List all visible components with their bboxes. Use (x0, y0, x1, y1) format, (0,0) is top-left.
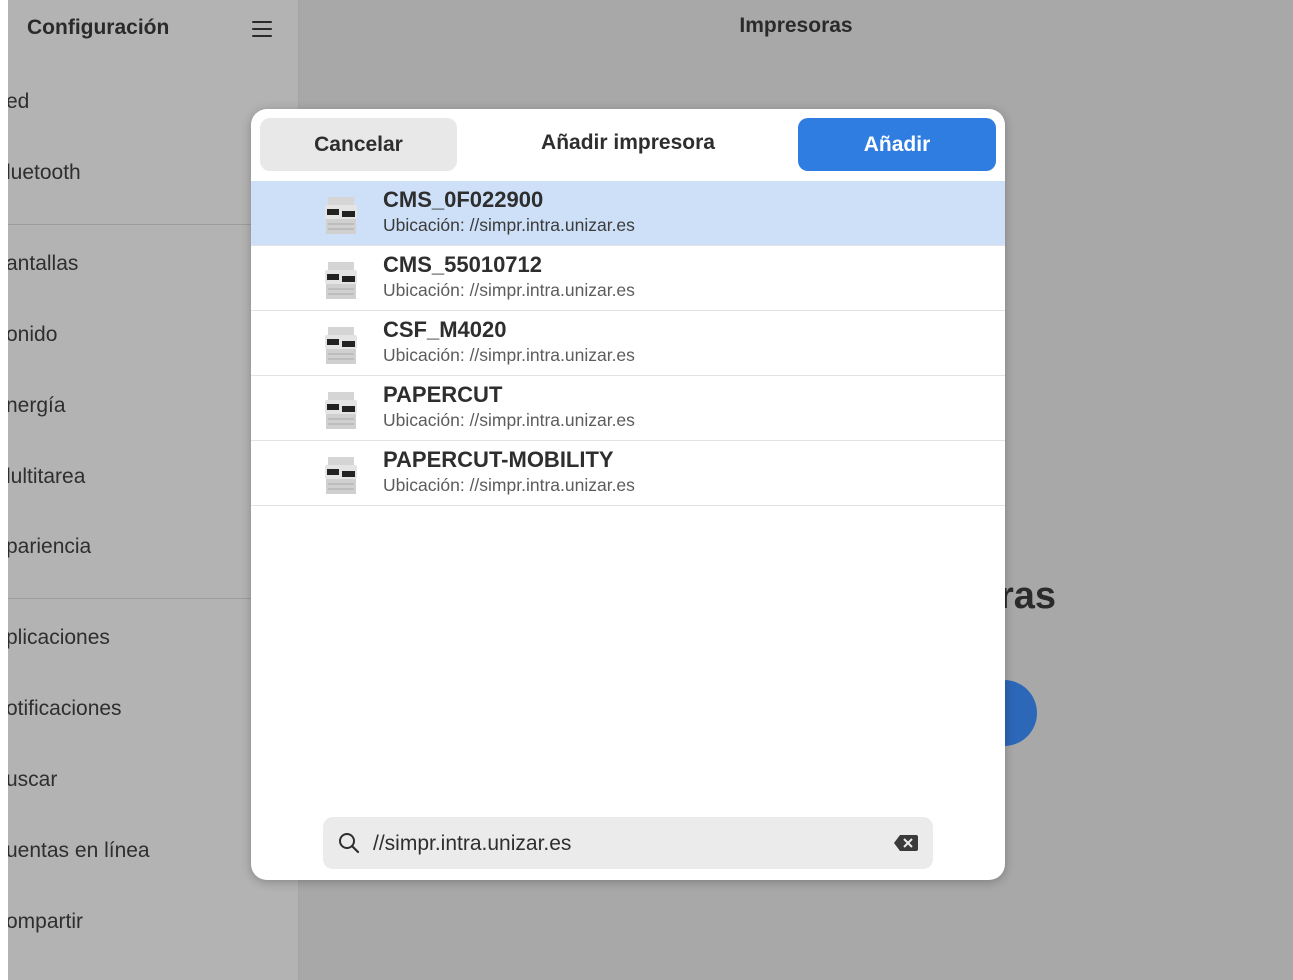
sidebar-item-label: otificaciones (6, 697, 122, 720)
dialog-title: Añadir impresora (541, 131, 715, 154)
sidebar-item-label: onido (6, 323, 58, 346)
app-title: Configuración (27, 16, 170, 39)
printer-location: Ubicación: //simpr.intra.unizar.es (383, 475, 635, 495)
printer-name: CSF_M4020 (383, 317, 507, 342)
printer-name: CMS_55010712 (383, 252, 543, 277)
sidebar-item-label: pariencia (6, 535, 92, 558)
printer-name: PAPERCUT-MOBILITY (383, 447, 614, 472)
clear-text-icon[interactable] (893, 834, 919, 852)
sidebar-item-label: lultitarea (6, 465, 86, 488)
printer-name: PAPERCUT (383, 382, 503, 407)
window-edge (0, 0, 8, 980)
printer-row[interactable]: PAPERCUT Ubicación: //simpr.intra.unizar… (251, 376, 1005, 441)
printer-icon (325, 262, 357, 299)
search-input[interactable] (371, 827, 875, 861)
sidebar-item-label: antallas (6, 252, 79, 275)
printer-icon (325, 327, 357, 364)
printer-icon (325, 457, 357, 494)
no-printers-heading: ras (999, 575, 1057, 617)
printer-row[interactable]: CMS_55010712 Ubicación: //simpr.intra.un… (251, 246, 1005, 311)
hamburger-menu-icon[interactable] (250, 18, 274, 40)
printer-icon (325, 392, 357, 429)
printer-row[interactable]: PAPERCUT-MOBILITY Ubicación: //simpr.int… (251, 441, 1005, 506)
sidebar-item-compartir[interactable]: ompartir (0, 895, 298, 955)
printer-location: Ubicación: //simpr.intra.unizar.es (383, 345, 635, 365)
search-icon (339, 833, 360, 854)
sidebar-header: Configuración (0, 8, 298, 48)
page-title: Impresoras (739, 14, 853, 37)
sidebar-item-label: nergía (6, 394, 66, 417)
printer-list: CMS_0F022900 Ubicación: //simpr.intra.un… (251, 181, 1005, 506)
printer-location: Ubicación: //simpr.intra.unizar.es (383, 215, 635, 235)
sidebar-item-label: luetooth (6, 161, 81, 184)
printer-name: CMS_0F022900 (383, 187, 544, 212)
printer-location: Ubicación: //simpr.intra.unizar.es (383, 280, 635, 300)
sidebar-item-label: uentas en línea (6, 839, 150, 862)
printer-location: Ubicación: //simpr.intra.unizar.es (383, 410, 635, 430)
add-printer-dialog: Cancelar Añadir impresora Añadir CMS_0F0… (251, 109, 1005, 880)
sidebar-item-label: ed (6, 90, 30, 113)
printer-icon (325, 197, 357, 234)
printer-row[interactable]: CSF_M4020 Ubicación: //simpr.intra.uniza… (251, 311, 1005, 376)
search-box (323, 817, 933, 869)
cancel-button[interactable]: Cancelar (260, 118, 457, 171)
sidebar-item-label: plicaciones (6, 626, 110, 649)
sidebar-item-label: uscar (6, 768, 58, 791)
sidebar-item-label: ompartir (6, 910, 84, 933)
printer-row[interactable]: CMS_0F022900 Ubicación: //simpr.intra.un… (251, 181, 1005, 246)
add-button[interactable]: Añadir (798, 118, 996, 171)
